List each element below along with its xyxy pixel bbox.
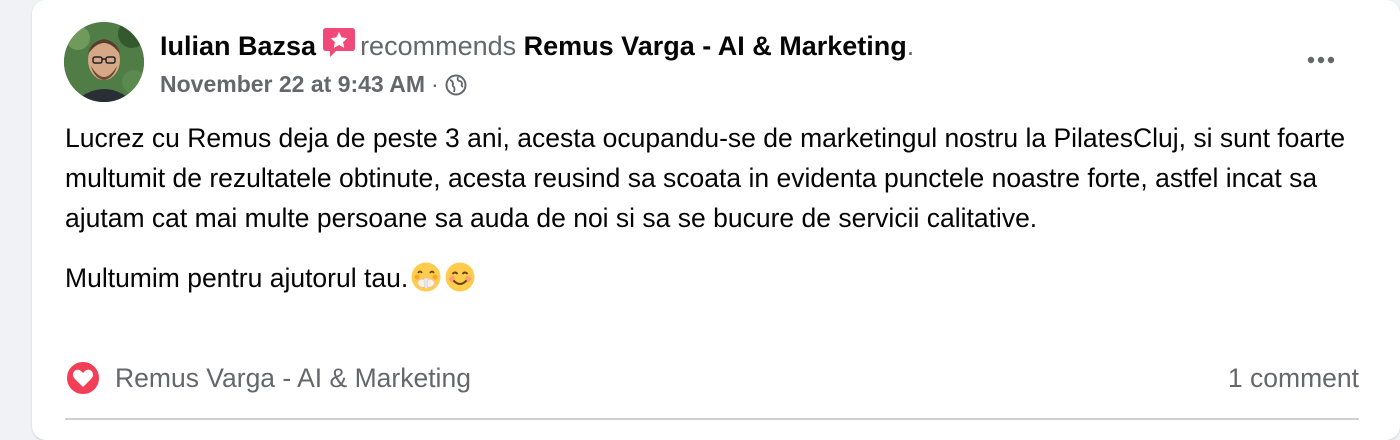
- face-with-open-eyes-and-hand-over-mouth-emoji: [410, 261, 442, 304]
- post-footer: Remus Varga - AI & Marketing 1 comment: [65, 356, 1359, 400]
- post-header: Iulian Bazsa recommends Remus Varga - AI …: [160, 26, 914, 67]
- header-period: .: [906, 31, 915, 61]
- meta-separator: ·: [431, 71, 439, 97]
- post-paragraph: Lucrez cu Remus deja de peste 3 ani, ace…: [65, 123, 1346, 233]
- post-paragraph-2: Multumim pentru ajutorul tau.: [65, 258, 1375, 304]
- more-options-button[interactable]: [1297, 42, 1345, 78]
- post-card: Iulian Bazsa recommends Remus Varga - AI …: [32, 0, 1400, 440]
- post-timestamp[interactable]: November 22 at 9:43 AM: [160, 71, 425, 97]
- love-reaction-icon[interactable]: [65, 360, 101, 396]
- recommended-page-link[interactable]: Remus Varga - AI & Marketing: [524, 31, 907, 61]
- post-body: Lucrez cu Remus deja de peste 3 ani, ace…: [65, 118, 1375, 304]
- post-meta: November 22 at 9:43 AM ·: [160, 68, 467, 104]
- comment-count[interactable]: 1 comment: [1228, 360, 1359, 396]
- more-options-icon: [1307, 56, 1335, 64]
- smiling-face-emoji: [444, 261, 476, 304]
- reaction-summary[interactable]: Remus Varga - AI & Marketing: [115, 360, 471, 396]
- footer-divider: [65, 418, 1359, 420]
- avatar[interactable]: [64, 22, 144, 102]
- author-name[interactable]: Iulian Bazsa: [160, 31, 316, 61]
- globe-icon: [445, 72, 467, 104]
- recommend-star-icon: [322, 26, 356, 67]
- recommends-text: recommends: [360, 31, 517, 61]
- post-paragraph-text: Multumim pentru ajutorul tau.: [65, 263, 409, 293]
- avatar-image: [64, 22, 144, 102]
